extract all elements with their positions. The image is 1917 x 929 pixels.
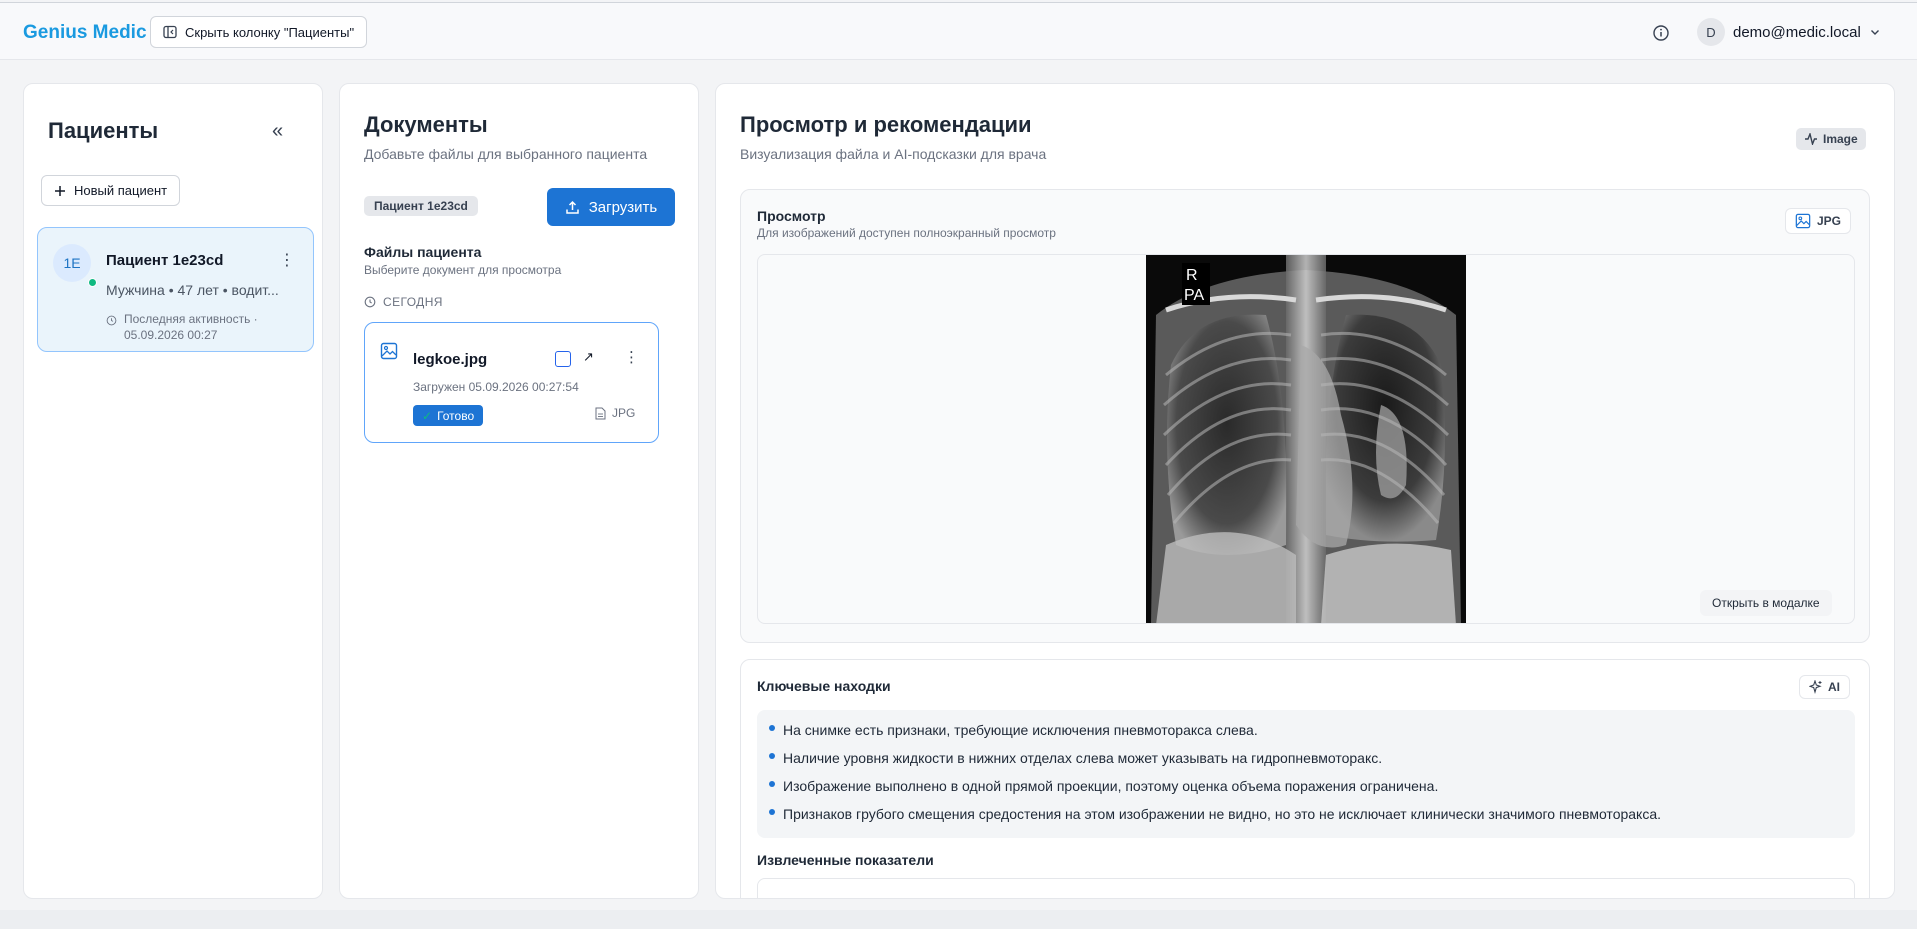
file-select-checkbox[interactable] [555, 351, 571, 367]
findings-list: На снимке есть признаки, требующие исклю… [757, 710, 1855, 838]
open-in-modal-button[interactable]: Открыть в модалке [1700, 590, 1832, 616]
files-subtitle: Выберите документ для просмотра [364, 263, 562, 277]
date-group-label: СЕГОДНЯ [383, 295, 443, 309]
ai-badge: AI [1799, 675, 1850, 699]
file-name: legkoe.jpg [413, 351, 488, 368]
upload-button[interactable]: Загрузить [547, 188, 675, 226]
documents-subtitle: Добавьте файлы для выбранного пациента [364, 146, 648, 162]
format-badge: JPG [1785, 208, 1852, 234]
finding-item: Изображение выполнено в одной прямой про… [767, 776, 1855, 804]
preview-subtitle: Для изображений доступен полноэкранный п… [757, 226, 1056, 240]
hide-patients-column-button[interactable]: Скрыть колонку "Пациенты" [150, 16, 368, 48]
patient-name: Пациент 1e23cd [106, 252, 224, 269]
user-email: demo@medic.local [1733, 23, 1861, 41]
finding-item: Наличие уровня жидкости в нижних отделах… [767, 748, 1855, 776]
file-card[interactable]: legkoe.jpg ↗ ⋮ Загружен 05.09.2026 00:27… [364, 322, 659, 443]
finding-item: Признаков грубого смещения средостения н… [767, 804, 1855, 832]
file-kind-badge: Image [1796, 128, 1866, 150]
image-viewer[interactable]: R PA Открыть в модалке [757, 254, 1855, 624]
image-icon [1795, 213, 1811, 229]
open-file-arrow-icon[interactable]: ↗ [583, 349, 594, 365]
preview-card: Просмотр Для изображений доступен полноэ… [740, 189, 1870, 643]
sidebar-toggle-icon [163, 25, 177, 39]
user-avatar: D [1697, 18, 1725, 46]
key-findings-card: Ключевые находки AI На снимке есть призн… [740, 659, 1870, 898]
date-group-header: СЕГОДНЯ [364, 295, 443, 309]
file-status-badge: ✓ Готово [413, 405, 484, 426]
hide-patients-column-label: Скрыть колонку "Пациенты" [185, 24, 355, 40]
patient-card[interactable]: 1E Пациент 1e23cd ⋮ Мужчина • 47 лет • в… [37, 227, 314, 352]
plus-icon [55, 185, 65, 196]
upload-icon [566, 200, 579, 214]
patient-avatar: 1E [53, 244, 91, 282]
check-icon: ✓ [422, 408, 433, 423]
new-patient-button[interactable]: Новый пациент [41, 175, 181, 206]
clock-icon [106, 315, 117, 326]
new-patient-label: Новый пациент [74, 183, 168, 198]
file-upload-date: Загружен 05.09.2026 00:27:54 [413, 380, 579, 394]
online-status-dot [88, 278, 97, 287]
patients-panel: Пациенты « Новый пациент 1E Пациент 1e23… [23, 83, 323, 899]
brand-logo[interactable]: Genius Medic [23, 22, 147, 44]
patient-more-menu-icon[interactable]: ⋮ [279, 250, 295, 270]
preview-title: Просмотр [757, 208, 826, 224]
file-kind-label: Image [1823, 132, 1858, 146]
file-type-label: JPG [612, 406, 636, 420]
chevron-down-icon [1870, 30, 1879, 35]
extracted-metrics-box [757, 878, 1855, 898]
view-title: Просмотр и рекомендации [740, 112, 1032, 137]
patient-activity-label: Последняя активность · [124, 312, 258, 326]
key-findings-title: Ключевые находки [757, 678, 891, 694]
documents-panel: Документы Добавьте файлы для выбранного … [339, 83, 699, 899]
info-icon[interactable] [1652, 24, 1670, 42]
view-subtitle: Визуализация файла и AI-подсказки для вр… [740, 146, 1047, 162]
document-icon [595, 407, 606, 419]
image-file-icon [380, 342, 398, 360]
sparkles-icon [1809, 680, 1822, 694]
user-menu[interactable]: D demo@medic.local [1697, 18, 1881, 46]
clock-icon [364, 296, 376, 308]
preview-recommendations-panel: Просмотр и рекомендации Визуализация фай… [715, 83, 1895, 899]
documents-title: Документы [364, 112, 488, 137]
xray-marker-pa: PA [1184, 287, 1204, 304]
ai-badge-label: AI [1828, 680, 1840, 694]
patient-last-activity: Последняя активность · 05.09.2026 00:27 [124, 311, 258, 343]
page-bottom-strip [0, 910, 1917, 929]
patient-meta: Мужчина • 47 лет • водит... [106, 282, 279, 298]
selected-patient-pill: Пациент 1e23cd [364, 196, 478, 216]
format-badge-label: JPG [1817, 214, 1842, 228]
top-bar: Genius Medic Скрыть колонку "Пациенты" D… [0, 2, 1917, 60]
patients-title: Пациенты [48, 118, 159, 143]
file-more-menu-icon[interactable]: ⋮ [624, 348, 639, 366]
xray-marker-r: R [1186, 267, 1198, 284]
extracted-metrics-title: Извлеченные показатели [757, 852, 934, 868]
collapse-panel-button[interactable]: « [272, 120, 283, 143]
file-type: JPG [595, 406, 635, 420]
files-title: Файлы пациента [364, 244, 482, 260]
file-status-label: Готово [437, 408, 475, 423]
upload-label: Загрузить [588, 198, 658, 216]
chest-xray-image[interactable]: R PA [1146, 255, 1466, 624]
finding-item: На снимке есть признаки, требующие исклю… [767, 720, 1855, 748]
patient-activity-time: 05.09.2026 00:27 [124, 328, 218, 342]
activity-icon [1805, 133, 1817, 145]
